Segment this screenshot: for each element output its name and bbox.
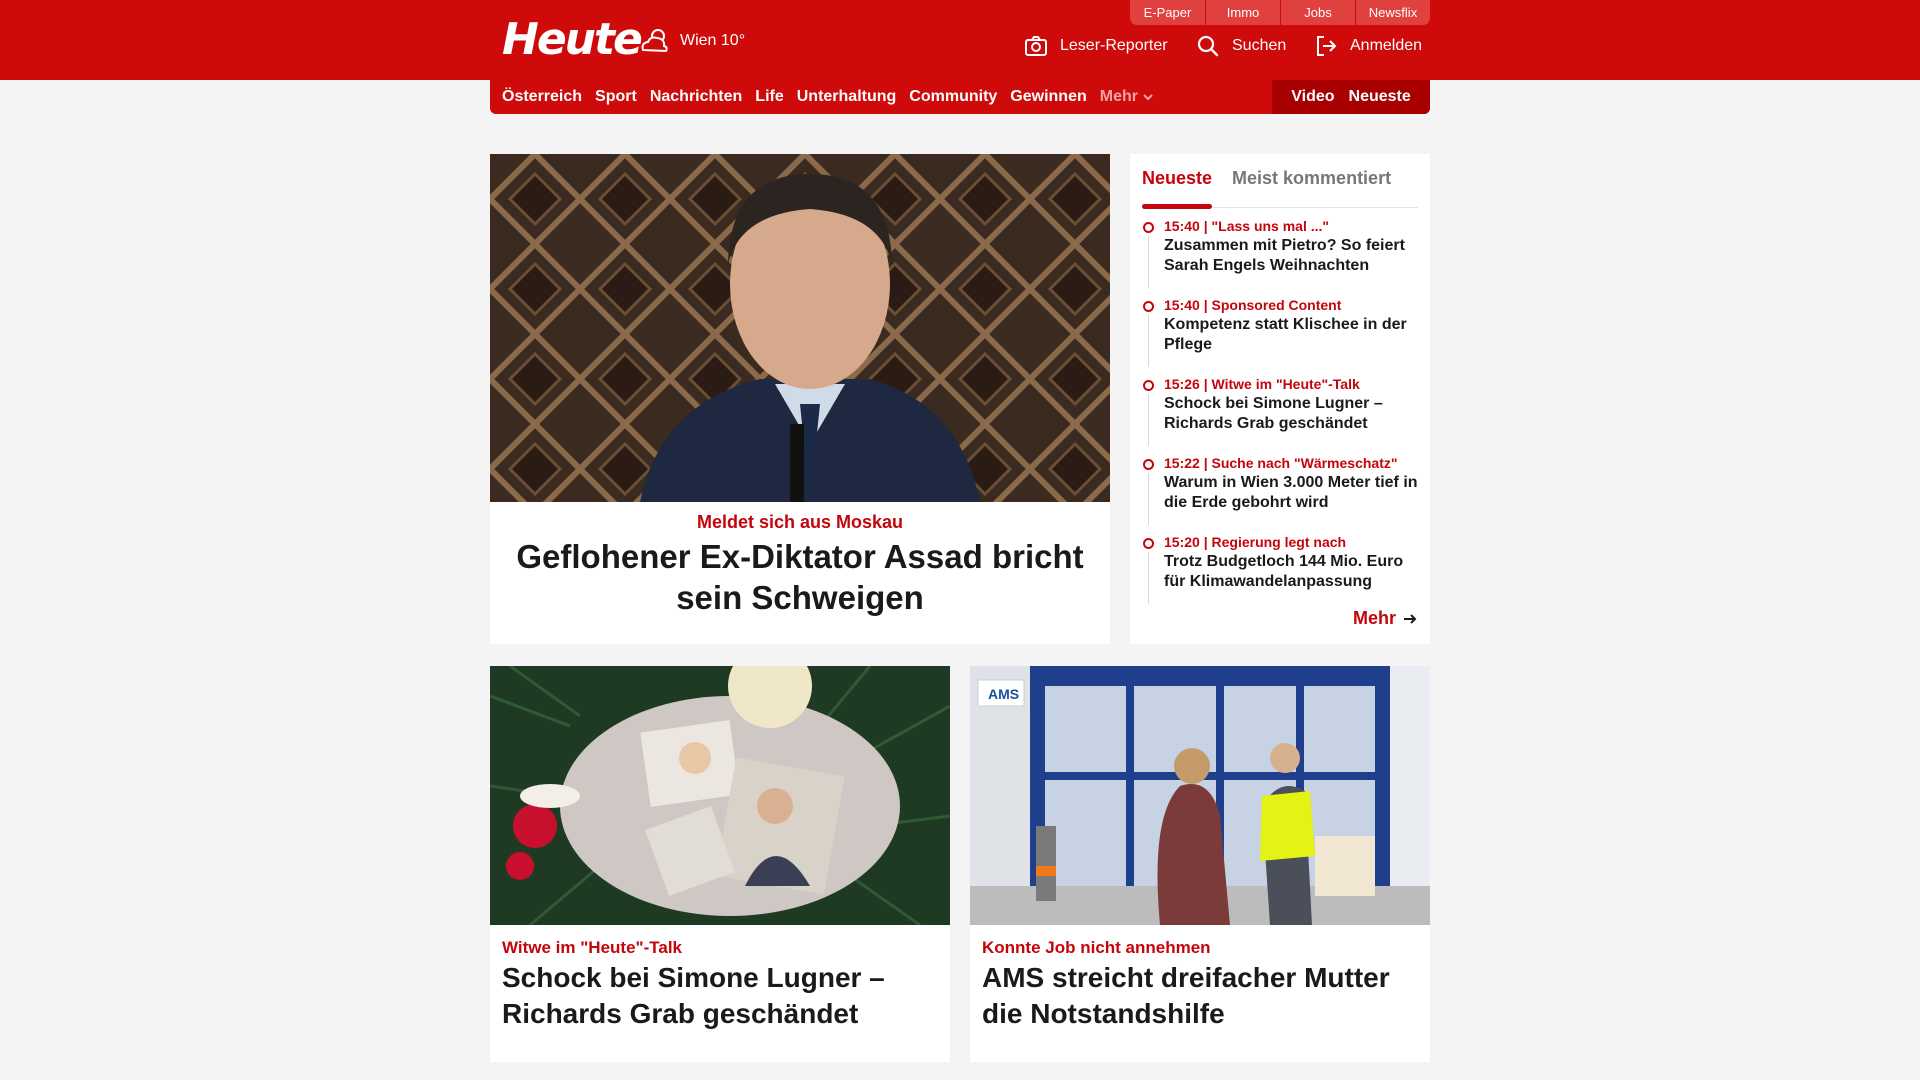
hero-article[interactable]: Meldet sich aus Moskau Geflohener Ex-Dik… <box>490 154 1110 644</box>
arrow-right-icon <box>1404 613 1417 624</box>
nav-item-neueste[interactable]: Neueste <box>1349 88 1411 106</box>
news-item[interactable]: 15:26 | Witwe im "Heute"-Talk Schock bei… <box>1142 374 1422 453</box>
news-item[interactable]: 15:40 | Sponsored Content Kompetenz stat… <box>1142 295 1422 374</box>
timeline-dot-icon <box>1143 222 1154 233</box>
timeline-line <box>1148 315 1149 367</box>
news-item-meta: 15:26 | Witwe im "Heute"-Talk <box>1164 376 1360 392</box>
article-card[interactable]: Witwe im "Heute"-Talk Schock bei Simone … <box>490 666 950 1062</box>
article-image[interactable] <box>490 666 950 925</box>
card-title[interactable]: AMS streicht dreifacher Mutter die Notst… <box>982 960 1418 1032</box>
timeline-dot-icon <box>1143 301 1154 312</box>
news-item-title[interactable]: Kompetenz statt Klischee in der Pflege <box>1164 315 1422 355</box>
news-item[interactable]: 15:22 | Suche nach "Wärmeschatz" Warum i… <box>1142 453 1422 532</box>
weather-label: Wien 10° <box>680 32 746 49</box>
more-label: Mehr <box>1352 608 1396 628</box>
search-label: Suchen <box>1232 37 1287 54</box>
timeline-line <box>1148 552 1149 604</box>
nav-item-oesterreich[interactable]: Österreich <box>502 88 582 106</box>
top-links: E-Paper Immo Jobs Newsflix <box>1130 0 1430 25</box>
timeline-line <box>1148 473 1149 525</box>
tab-meist-kommentiert[interactable]: Meist kommentiert <box>1232 164 1391 208</box>
cloud-sun-icon <box>641 29 668 53</box>
leser-reporter-button[interactable]: Leser-Reporter <box>1024 34 1168 58</box>
card-title[interactable]: Schock bei Simone Lugner – Richards Grab… <box>502 960 938 1032</box>
camera-icon <box>1025 36 1047 56</box>
latest-news-sidebar: Neueste Meist kommentiert 15:40 | "Lass … <box>1130 154 1430 644</box>
nav-item-life[interactable]: Life <box>755 88 783 106</box>
hero-image[interactable] <box>490 154 1110 502</box>
news-item-title[interactable]: Warum in Wien 3.000 Meter tief in die Er… <box>1164 473 1422 513</box>
heute-logo[interactable]: Heute <box>502 14 643 65</box>
hero-kicker: Meldet sich aus Moskau <box>696 512 904 532</box>
nav-item-gewinnen[interactable]: Gewinnen <box>1010 88 1086 106</box>
news-item[interactable]: 15:40 | "Lass uns mal ..." Zusammen mit … <box>1142 216 1422 295</box>
timeline-dot-icon <box>1143 380 1154 391</box>
nav-item-mehr[interactable]: Mehr <box>1100 88 1154 106</box>
login-icon <box>1317 36 1337 56</box>
timeline-dot-icon <box>1143 459 1154 470</box>
main-nav: Österreich Sport Nachrichten Life Unterh… <box>490 80 1430 114</box>
timeline-line <box>1148 394 1149 446</box>
news-item-meta: 15:40 | "Lass uns mal ..." <box>1164 218 1330 234</box>
card-kicker: Konnte Job nicht annehmen <box>982 938 1211 957</box>
hero-title[interactable]: Geflohener Ex-Diktator Assad bricht sein… <box>510 536 1090 618</box>
news-item-meta: 15:40 | Sponsored Content <box>1164 297 1342 313</box>
more-news-link[interactable]: Mehr <box>1353 608 1418 629</box>
article-image[interactable]: AMS <box>970 666 1430 925</box>
news-item-title[interactable]: Zusammen mit Pietro? So feiert Sarah Eng… <box>1164 236 1422 276</box>
nav-item-sport[interactable]: Sport <box>595 88 637 106</box>
news-item-title[interactable]: Schock bei Simone Lugner – Richards Grab… <box>1164 394 1422 434</box>
login-label: Anmelden <box>1350 37 1423 54</box>
weather-widget[interactable]: Wien 10° <box>638 26 745 56</box>
tab-neueste[interactable]: Neueste <box>1142 164 1213 209</box>
news-item-title[interactable]: Trotz Budgetloch 144 Mio. Euro für Klima… <box>1164 552 1422 592</box>
article-card[interactable]: AMS Konnte Job nicht annehmen AMS streic… <box>970 666 1430 1062</box>
top-link-jobs[interactable]: Jobs <box>1280 0 1355 25</box>
svg-text:AMS: AMS <box>988 686 1019 702</box>
news-item[interactable]: 15:20 | Regierung legt nach Trotz Budget… <box>1142 532 1422 611</box>
login-button[interactable]: Anmelden <box>1314 34 1422 58</box>
nav-item-video[interactable]: Video <box>1291 88 1334 106</box>
news-list: 15:40 | "Lass uns mal ..." Zusammen mit … <box>1142 216 1422 611</box>
top-link-epaper[interactable]: E-Paper <box>1130 0 1205 25</box>
news-item-meta: 15:20 | Regierung legt nach <box>1164 534 1347 550</box>
news-item-meta: 15:22 | Suche nach "Wärmeschatz" <box>1164 455 1398 471</box>
timeline-line <box>1148 236 1149 288</box>
chevron-down-icon <box>1143 94 1153 101</box>
sidebar-tabs: Neueste Meist kommentiert <box>1142 164 1418 209</box>
top-link-immo[interactable]: Immo <box>1205 0 1280 25</box>
nav-item-community[interactable]: Community <box>909 88 997 106</box>
top-link-newsflix[interactable]: Newsflix <box>1355 0 1430 25</box>
card-kicker: Witwe im "Heute"-Talk <box>502 938 683 957</box>
search-button[interactable]: Suchen <box>1196 34 1286 58</box>
timeline-dot-icon <box>1143 538 1154 549</box>
search-icon <box>1197 35 1219 57</box>
nav-mehr-label: Mehr <box>1099 88 1138 105</box>
nav-item-unterhaltung[interactable]: Unterhaltung <box>797 88 897 106</box>
leser-reporter-label: Leser-Reporter <box>1060 37 1168 54</box>
site-header <box>0 0 1920 80</box>
nav-item-nachrichten[interactable]: Nachrichten <box>650 88 742 106</box>
